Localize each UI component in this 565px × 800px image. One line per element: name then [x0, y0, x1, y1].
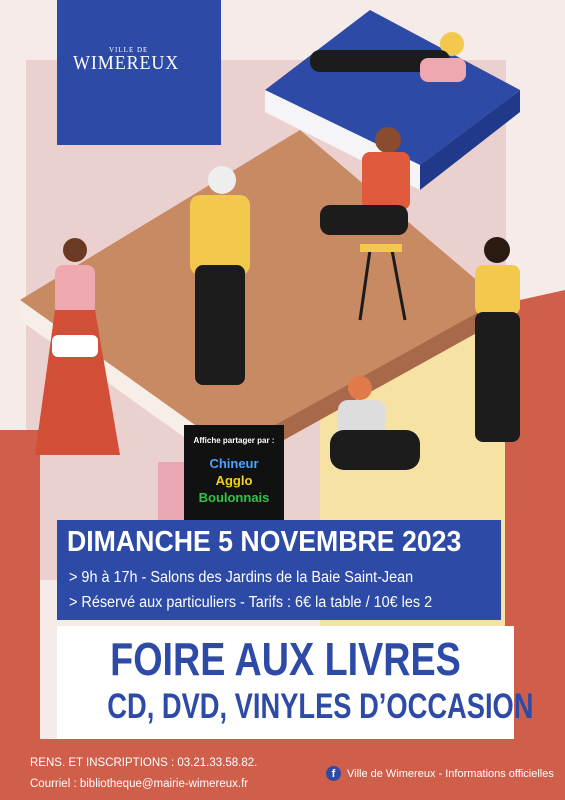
event-title: FOIRE AUX LIVRES — [110, 633, 461, 685]
event-title-panel: FOIRE AUX LIVRES CD, DVD, VINYLES D’OCCA… — [57, 626, 534, 739]
contact-email[interactable]: Courriel : bibliotheque@mairie-wimereux.… — [30, 778, 248, 790]
shared-by-line3: Boulonnais — [198, 490, 270, 505]
contact-phone: RENS. ET INSCRIPTIONS : 03.21.33.58.82. — [30, 757, 258, 769]
event-subtitle: CD, DVD, VINYLES D’OCCASION — [107, 687, 534, 726]
shared-by-label: Affiche partager par : — [193, 436, 275, 445]
person-standing-reading-icon — [475, 237, 520, 442]
shared-by-badge: Affiche partager par : Chineur Agglo Bou… — [184, 425, 284, 521]
facebook-page-name: Ville de Wimereux - Informations officie… — [347, 767, 554, 780]
poster: VILLE DE WIMEREUX Affiche partager par :… — [0, 0, 565, 800]
event-info-panel: DIMANCHE 5 NOVEMBRE 2023 > 9h à 17h - Sa… — [57, 520, 501, 620]
event-hours-location: > 9h à 17h - Salons des Jardins de la Ba… — [69, 569, 414, 586]
shared-by-line2: Agglo — [215, 473, 253, 488]
red-background-shape-left — [0, 430, 40, 740]
person-standing-phone-icon — [190, 166, 250, 385]
facebook-link[interactable]: f Ville de Wimereux - Informations offic… — [326, 766, 554, 781]
shared-by-line1: Chineur — [209, 456, 259, 471]
logo-name-text: WIMEREUX — [73, 52, 180, 74]
facebook-icon: f — [326, 766, 341, 781]
wimereux-logo: VILLE DE WIMEREUX — [57, 0, 221, 145]
event-date: DIMANCHE 5 NOVEMBRE 2023 — [67, 526, 462, 558]
footer: RENS. ET INSCRIPTIONS : 03.21.33.58.82. … — [0, 739, 565, 800]
event-pricing: > Réservé aux particuliers - Tarifs : 6€… — [69, 594, 433, 611]
